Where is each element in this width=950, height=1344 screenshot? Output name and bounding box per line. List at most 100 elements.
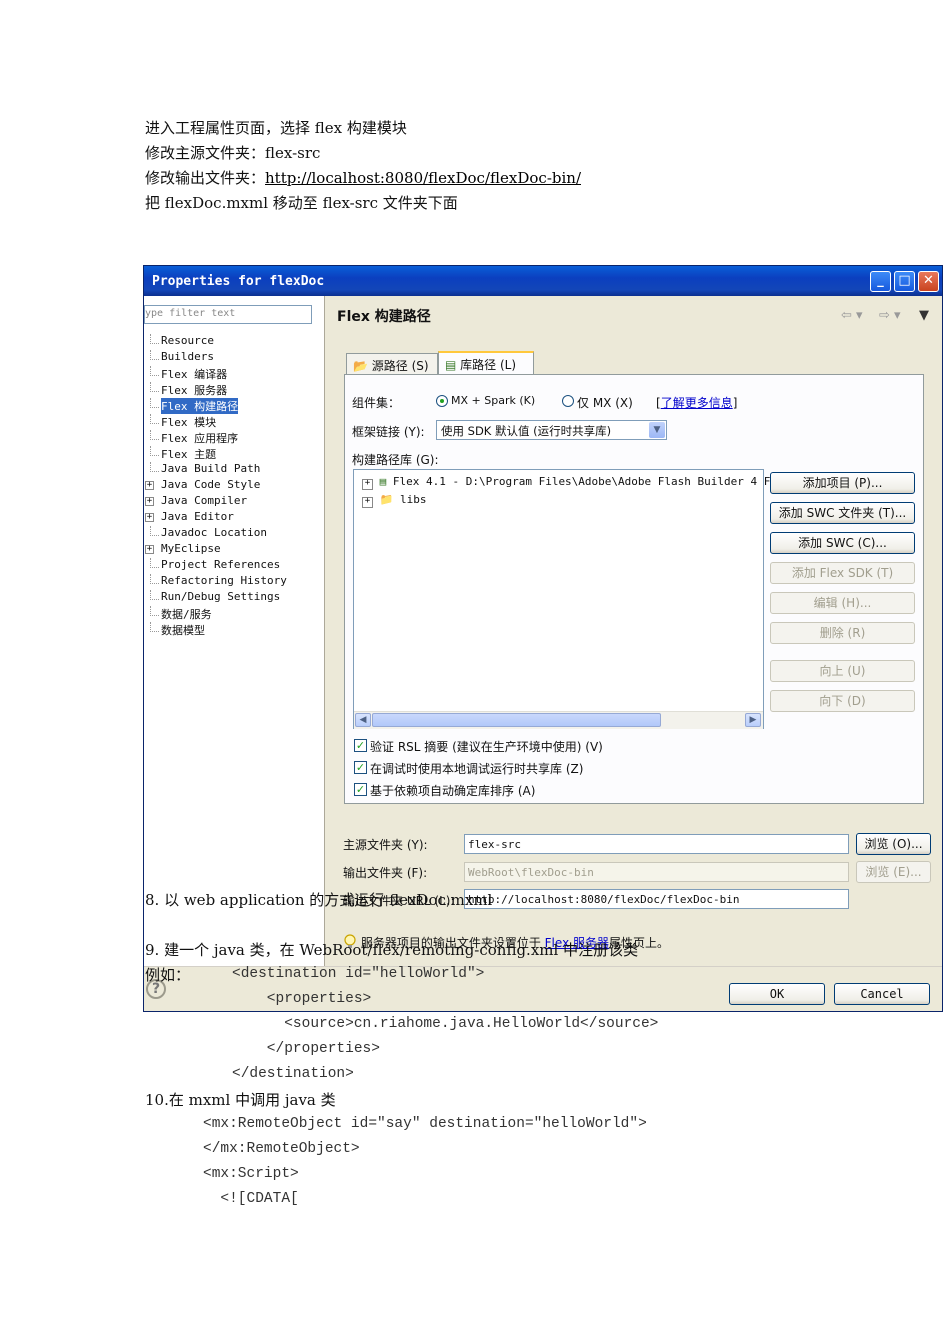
output-folder-input[interactable]: WebRoot\flexDoc-bin (464, 862, 849, 882)
learn-more: [了解更多信息] (656, 396, 738, 410)
scroll-right-icon[interactable]: ▶ (745, 713, 761, 727)
tree-item[interactable]: Java Build Path (144, 462, 324, 478)
library-button[interactable]: 向下 (D) (770, 690, 915, 712)
tab-library-path[interactable]: ▤ 库路径 (L) (438, 351, 534, 375)
tree-connector (150, 574, 159, 584)
view-menu-icon[interactable]: ▼ (919, 308, 929, 323)
library-button[interactable]: 添加 SWC 文件夹 (T)... (770, 502, 915, 524)
lib-item-label: libs (399, 493, 427, 506)
maximize-icon[interactable]: □ (894, 271, 915, 292)
tree-item[interactable]: 数据模型 (144, 622, 324, 638)
tree-item-label: Flex 模块 (161, 416, 217, 429)
expand-icon[interactable]: + (145, 497, 154, 506)
horizontal-scrollbar[interactable]: ◀ ▶ (354, 711, 763, 729)
library-button[interactable]: 添加 Flex SDK (T) (770, 562, 915, 584)
minimize-icon[interactable]: _ (870, 271, 891, 292)
browse-main-source-button[interactable]: 浏览 (O)... (856, 833, 931, 855)
tree-item-label: Flex 服务器 (161, 384, 228, 397)
browse-output-button[interactable]: 浏览 (E)... (856, 861, 931, 883)
close-icon[interactable]: ✕ (918, 271, 939, 292)
tab-source-path[interactable]: 📂 源路径 (S) (346, 353, 438, 375)
step-9: 9. 建一个 java 类，在 WebRoot/flex/remoting-co… (145, 941, 639, 959)
library-button[interactable]: 删除 (R) (770, 622, 915, 644)
tree-item-label: Builders (161, 350, 214, 363)
tree-item-label: Flex 主题 (161, 448, 217, 461)
tree-item-label: 数据/服务 (161, 608, 212, 621)
step-10: 10.在 mxml 中调用 java 类 (145, 1091, 336, 1109)
checkbox[interactable]: ✓ (354, 783, 367, 796)
tree-item[interactable]: + MyEclipse (144, 542, 324, 558)
tree-item[interactable]: + Java Editor (144, 510, 324, 526)
chevron-down-icon: ▼ (649, 422, 665, 438)
tree-item[interactable]: Flex 编译器 (144, 366, 324, 382)
tree-item[interactable]: Resource (144, 334, 324, 350)
tree-item[interactable]: + Java Code Style (144, 478, 324, 494)
tree-connector (150, 382, 159, 392)
tree-connector (150, 430, 159, 440)
tree-item[interactable]: 数据/服务 (144, 606, 324, 622)
tree-item[interactable]: Flex 构建路径 (144, 398, 324, 414)
radio-mx-only[interactable] (562, 395, 574, 407)
tree-item-label: Refactoring History (161, 574, 287, 587)
intro-line-3: 修改输出文件夹：http://localhost:8080/flexDoc/fl… (145, 166, 581, 191)
tree-connector (150, 366, 159, 376)
library-icon: ▤ (445, 358, 457, 372)
expand-icon[interactable]: + (145, 545, 154, 554)
example-label: 例如： (145, 966, 191, 984)
checkbox[interactable]: ✓ (354, 739, 367, 752)
back-arrow-icon[interactable]: ⇦ ▾ (841, 308, 863, 323)
learn-more-link[interactable]: 了解更多信息 (661, 396, 733, 410)
library-button[interactable]: 编辑 (H)... (770, 592, 915, 614)
expand-icon[interactable]: + (362, 497, 373, 508)
code-line: <mx:Script> (203, 1166, 299, 1182)
tree-item-label: Project References (161, 558, 281, 571)
tab-library-label: 库路径 (L) (460, 358, 517, 372)
library-button[interactable]: 添加 SWC (C)... (770, 532, 915, 554)
radio-mx-spark-label: MX + Spark (K) (451, 394, 536, 407)
checkbox-label: 基于依赖项自动确定库排序 (A) (370, 784, 536, 798)
main-source-label: 主源文件夹 (Y): (343, 838, 428, 852)
ok-button[interactable]: OK (729, 983, 825, 1005)
tree-item[interactable]: Run/Debug Settings (144, 590, 324, 606)
library-button[interactable]: 添加项目 (P)... (770, 472, 915, 494)
cancel-button[interactable]: Cancel (834, 983, 930, 1005)
tree-connector (150, 622, 159, 632)
tree-item-label: Resource (161, 334, 214, 347)
tree-item[interactable]: Refactoring History (144, 574, 324, 590)
radio-mx-only-label: 仅 MX (X) (577, 396, 633, 410)
lib-item-label: Flex 4.1 - D:\Program Files\Adobe\Adobe … (392, 475, 771, 488)
tree-item-label: MyEclipse (161, 542, 221, 555)
tree-item[interactable]: Javadoc Location (144, 526, 324, 542)
tree-item[interactable]: Builders (144, 350, 324, 366)
library-button[interactable]: 向上 (U) (770, 660, 915, 682)
tree-item[interactable]: Flex 服务器 (144, 382, 324, 398)
tree-item[interactable]: + Java Compiler (144, 494, 324, 510)
scroll-left-icon[interactable]: ◀ (355, 713, 371, 727)
checkbox[interactable]: ✓ (354, 761, 367, 774)
output-url-input[interactable]: http://localhost:8080/flexDoc/flexDoc-bi… (464, 889, 849, 909)
expand-icon[interactable]: + (145, 481, 154, 490)
filter-input[interactable]: ype filter text (144, 305, 312, 324)
framework-link-select[interactable]: 使用 SDK 默认值 (运行时共享库) ▼ (436, 420, 667, 440)
tree-item[interactable]: Flex 应用程序 (144, 430, 324, 446)
expand-icon[interactable]: + (145, 513, 154, 522)
tree-connector (150, 462, 159, 472)
expand-icon[interactable]: + (362, 479, 373, 490)
tree-connector (150, 606, 159, 616)
lib-item-flex-sdk[interactable]: + ▤ Flex 4.1 - D:\Program Files\Adobe\Ad… (362, 475, 770, 490)
output-url-link[interactable]: http://localhost:8080/flexDoc/flexDoc-bi… (265, 169, 581, 187)
code-line: <mx:RemoteObject id="say" destination="h… (203, 1116, 647, 1132)
tree-item[interactable]: Flex 模块 (144, 414, 324, 430)
folder-icon: 📁 (379, 493, 394, 506)
main-source-input[interactable]: flex-src (464, 834, 849, 854)
radio-mx-spark[interactable] (436, 395, 448, 407)
lib-item-libs[interactable]: + 📁 libs (362, 493, 426, 508)
framework-link-label: 框架链接 (Y): (352, 425, 425, 439)
forward-arrow-icon[interactable]: ⇨ ▾ (879, 308, 901, 323)
tree-item[interactable]: Flex 主题 (144, 446, 324, 462)
code-line: <destination id="helloWorld"> (232, 966, 485, 982)
tree-item[interactable]: Project References (144, 558, 324, 574)
tree-connector (150, 414, 159, 424)
scroll-thumb[interactable] (372, 713, 661, 727)
library-tree[interactable]: + ▤ Flex 4.1 - D:\Program Files\Adobe\Ad… (353, 469, 770, 729)
